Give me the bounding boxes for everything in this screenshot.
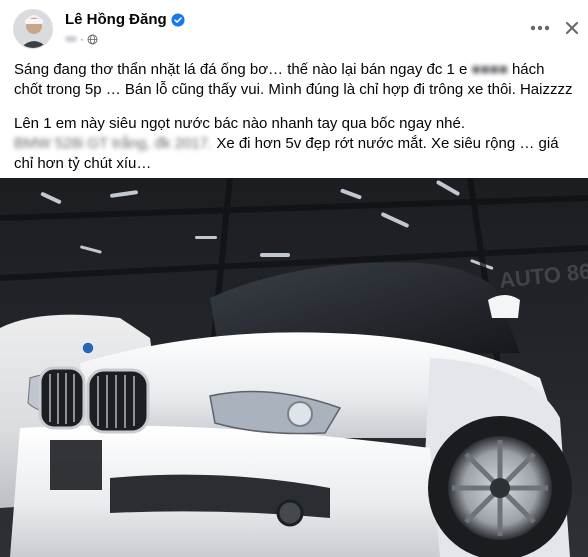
paragraph-1-line-a: Sáng đang thơ thẩn nhặt lá đá ống bơ… th… <box>14 61 468 78</box>
redacted-car-model: BMW 528i GT trắng, đk 2017. <box>14 135 213 152</box>
avatar[interactable] <box>13 9 53 49</box>
meta-separator: · <box>80 32 84 46</box>
more-options-icon <box>530 25 550 31</box>
license-plate <box>50 440 102 490</box>
post-meta: · <box>65 32 98 46</box>
close-button[interactable] <box>560 14 584 42</box>
author-name-text[interactable]: Lê Hồng Đăng <box>65 11 167 28</box>
post-photo[interactable]: AUTO 86 <box>0 178 588 557</box>
redacted-text: ■■■■ <box>471 61 508 78</box>
paragraph-1: Sáng đang thơ thẩn nhặt lá đá ống bơ… th… <box>14 60 576 100</box>
verified-badge-icon <box>171 12 185 27</box>
front-wheel <box>428 416 572 557</box>
globe-icon <box>87 34 98 44</box>
paragraph-2-line-a: Lên 1 em này siêu ngọt nước bác nào nhan… <box>14 115 466 132</box>
more-options-button[interactable] <box>526 14 554 42</box>
redacted-suffix: hách <box>511 61 545 78</box>
paragraph-2: Lên 1 em này siêu ngọt nước bác nào nhan… <box>14 114 576 174</box>
kidney-grille <box>38 366 150 434</box>
close-icon <box>566 22 578 34</box>
post-body: Sáng đang thơ thẩn nhặt lá đá ống bơ… th… <box>14 60 576 174</box>
timestamp-blurred[interactable] <box>65 36 77 42</box>
author-name[interactable]: Lê Hồng Đăng <box>65 11 185 28</box>
post-header: Lê Hồng Đăng · <box>0 0 588 56</box>
brand-logo <box>81 341 95 355</box>
paragraph-1-line-b: chốt trong 5p … Bán lỗ cũng thấy vui. Mì… <box>14 81 573 98</box>
